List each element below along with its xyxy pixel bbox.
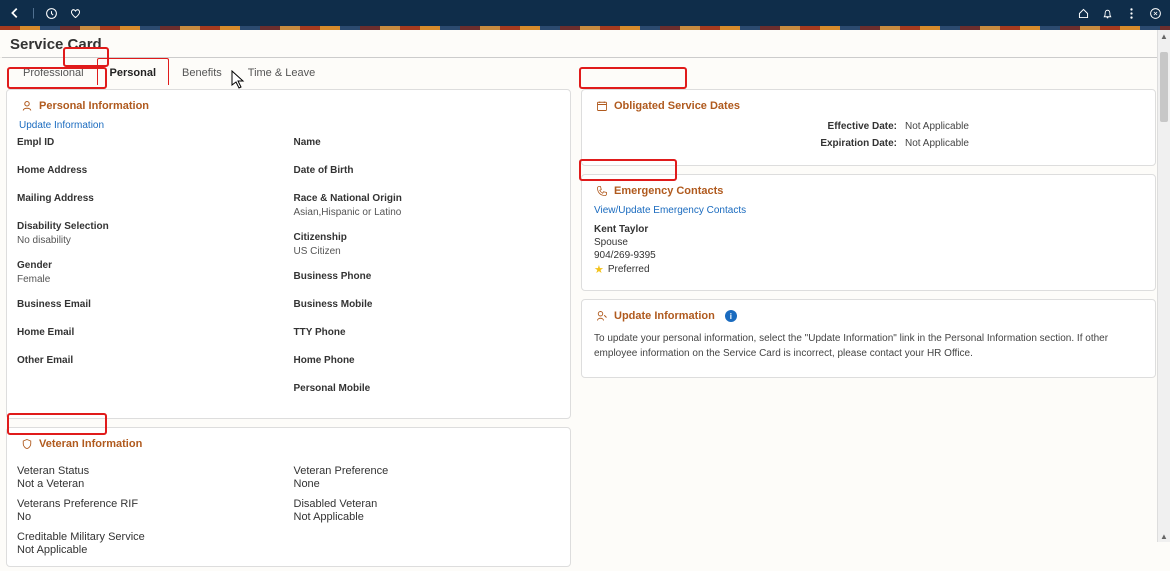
field-label: Veterans Preference RIF (17, 498, 284, 510)
field-label: TTY Phone (294, 327, 561, 338)
tab-benefits[interactable]: Benefits (169, 58, 235, 85)
field-label: Business Mobile (294, 299, 561, 310)
field-value: Not Applicable (294, 511, 561, 523)
field-value: Not Applicable (905, 138, 1105, 149)
emergency-contact-name: Kent Taylor (594, 224, 1143, 235)
panel-header-obligated: Obligated Service Dates (592, 98, 744, 114)
personal-info-left-column: Empl ID Home Address Mailing Address Dis… (17, 137, 284, 397)
panel-emergency-contacts: Emergency Contacts View/Update Emergency… (581, 174, 1156, 291)
panel-title: Update Information (614, 310, 715, 322)
emergency-contact-preferred: Preferred (608, 264, 650, 275)
veteran-right-column: Veteran PreferenceNone Disabled VeteranN… (294, 465, 561, 556)
field-label: Disability Selection (17, 221, 284, 232)
field-label: Citizenship (294, 232, 561, 243)
panel-header-personal-information: Personal Information (17, 98, 153, 114)
panel-update-information: Update Information i To update your pers… (581, 299, 1156, 378)
phone-icon (596, 185, 608, 197)
field-label: Effective Date: (697, 121, 897, 132)
bell-icon[interactable] (1100, 6, 1114, 20)
field-value: Not a Veteran (17, 478, 284, 490)
veteran-left-column: Veteran StatusNot a Veteran Veterans Pre… (17, 465, 284, 556)
info-icon[interactable]: i (725, 310, 737, 322)
panel-header-emergency: Emergency Contacts (592, 183, 727, 199)
heart-icon[interactable] (69, 6, 83, 20)
field-label: Empl ID (17, 137, 284, 148)
field-value: Asian,Hispanic or Latino (294, 207, 561, 218)
field-label: Mailing Address (17, 193, 284, 204)
vertical-scrollbar[interactable]: ▲ ▲ (1157, 30, 1170, 542)
scroll-up-arrow-icon[interactable]: ▲ (1158, 30, 1170, 42)
scroll-thumb[interactable] (1160, 52, 1168, 122)
top-nav-bar: | (0, 0, 1170, 26)
star-icon: ★ (594, 263, 604, 276)
field-label: Home Address (17, 165, 284, 176)
content-area: Personal Information Update Information … (0, 85, 1170, 571)
compass-icon[interactable] (1148, 6, 1162, 20)
field-label: Name (294, 137, 561, 148)
field-value: No (17, 511, 284, 523)
field-label: Disabled Veteran (294, 498, 561, 510)
panel-veteran-information: Veteran Information Veteran StatusNot a … (6, 427, 571, 567)
person-edit-icon (596, 310, 608, 322)
field-value: Female (17, 274, 284, 285)
field-value: No disability (17, 235, 284, 246)
clock-icon[interactable] (45, 6, 59, 20)
scroll-down-arrow-icon[interactable]: ▲ (1158, 530, 1170, 542)
personal-info-right-column: Name Date of Birth Race & National Origi… (294, 137, 561, 397)
field-label: Home Email (17, 327, 284, 338)
panel-obligated-service-dates: Obligated Service Dates Effective Date: N… (581, 89, 1156, 166)
view-update-emergency-link[interactable]: View/Update Emergency Contacts (594, 205, 746, 216)
field-label: Race & National Origin (294, 193, 561, 204)
field-label: Expiration Date: (697, 138, 897, 149)
update-info-text: To update your personal information, sel… (592, 325, 1145, 367)
menu-dots-icon[interactable] (1124, 6, 1138, 20)
field-label: Date of Birth (294, 165, 561, 176)
page-title: Service Card (0, 30, 1170, 57)
field-value: Not Applicable (905, 121, 1105, 132)
field-label: Creditable Military Service (17, 531, 284, 543)
panel-header-veteran-information: Veteran Information (17, 436, 146, 452)
field-label: Personal Mobile (294, 383, 561, 394)
field-label: Business Email (17, 299, 284, 310)
separator: | (32, 7, 35, 19)
field-value: None (294, 478, 561, 490)
emergency-contact-phone: 904/269-9395 (594, 250, 1143, 261)
emergency-contact-relation: Spouse (594, 237, 1143, 248)
home-icon[interactable] (1076, 6, 1090, 20)
field-value: Not Applicable (17, 544, 284, 556)
panel-title: Obligated Service Dates (614, 100, 740, 112)
field-value: US Citizen (294, 246, 561, 257)
field-label: Veteran Status (17, 465, 284, 477)
panel-title: Veteran Information (39, 438, 142, 450)
tab-personal[interactable]: Personal (97, 58, 169, 85)
back-arrow-icon[interactable] (8, 6, 22, 20)
field-label: Business Phone (294, 271, 561, 282)
field-label: Gender (17, 260, 284, 271)
shield-icon (21, 438, 33, 450)
field-label: Other Email (17, 355, 284, 366)
field-label: Home Phone (294, 355, 561, 366)
tab-professional[interactable]: Professional (10, 58, 97, 85)
panel-title: Emergency Contacts (614, 185, 723, 197)
tab-time-leave[interactable]: Time & Leave (235, 58, 328, 85)
panel-title: Personal Information (39, 100, 149, 112)
tab-bar: Professional Personal Benefits Time & Le… (0, 58, 1170, 85)
panel-personal-information: Personal Information Update Information … (6, 89, 571, 419)
panel-header-update: Update Information i (592, 308, 741, 324)
person-icon (21, 100, 33, 112)
field-label: Veteran Preference (294, 465, 561, 477)
update-information-link[interactable]: Update Information (19, 120, 104, 131)
calendar-icon (596, 100, 608, 112)
